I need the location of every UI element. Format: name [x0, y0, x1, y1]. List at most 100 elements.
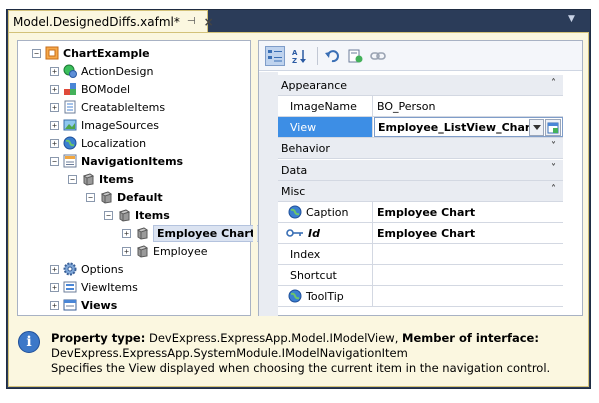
- tree-node-label: ChartExample: [63, 46, 150, 60]
- chevron-up-icon[interactable]: ˄: [551, 78, 556, 89]
- collapse-icon[interactable]: −: [50, 156, 59, 166]
- property-name: ImageName: [278, 96, 373, 116]
- edit-view-icon[interactable]: [545, 119, 561, 136]
- svg-text:Z: Z: [292, 57, 297, 64]
- link-icon[interactable]: [368, 46, 388, 66]
- cube-icon: [117, 208, 131, 222]
- tree-node-label: ActionDesign: [81, 64, 154, 78]
- category-label: Appearance: [281, 78, 348, 92]
- tree-node-localization[interactable]: + Localization: [50, 134, 146, 152]
- category-behavior[interactable]: Behavior ˅: [278, 138, 563, 159]
- app-icon: [45, 46, 59, 60]
- collapse-icon[interactable]: −: [68, 174, 77, 184]
- property-value[interactable]: [374, 265, 563, 285]
- description-text: Specifies the View displayed when choosi…: [51, 361, 551, 375]
- property-type-label: Property type:: [51, 331, 146, 345]
- views-icon: [63, 298, 77, 312]
- model-tree[interactable]: − ChartExample + ActionDesign + BOModel …: [17, 40, 260, 316]
- globe-icon: [288, 289, 302, 303]
- tree-node-employee[interactable]: + Employee: [122, 242, 207, 260]
- document-menu-icon[interactable]: ▼: [568, 14, 575, 24]
- property-value[interactable]: [374, 244, 563, 264]
- property-row-shortcut[interactable]: Shortcut: [278, 265, 563, 286]
- grid-left-stripe: [259, 72, 278, 316]
- document-tab-title: Model.DesignedDiffs.xafml*: [13, 14, 180, 29]
- toolbar-separator: [317, 47, 318, 65]
- property-value[interactable]: [374, 286, 563, 306]
- member-of-interface-value: DevExpress.ExpressApp.SystemModule.IMode…: [51, 346, 408, 360]
- category-appearance[interactable]: Appearance ˄: [278, 75, 563, 96]
- tree-node-bomodel[interactable]: + BOModel: [50, 80, 130, 98]
- expand-icon[interactable]: +: [50, 84, 59, 94]
- tree-node-default[interactable]: − Default: [86, 188, 163, 206]
- chevron-up-icon[interactable]: ˄: [551, 184, 556, 195]
- expand-icon[interactable]: +: [50, 66, 59, 76]
- expand-icon[interactable]: +: [50, 120, 59, 130]
- view-value: Employee_ListView_Chart: [378, 120, 536, 134]
- key-icon: [286, 226, 304, 240]
- tree-node-chartexample[interactable]: − ChartExample: [32, 44, 150, 62]
- collapse-icon[interactable]: −: [104, 210, 113, 220]
- expand-icon[interactable]: +: [122, 228, 131, 238]
- pin-icon[interactable]: ⊣: [187, 16, 196, 27]
- category-label: Data: [281, 163, 308, 177]
- tree-node-label: Views: [81, 298, 118, 312]
- category-data[interactable]: Data ˅: [278, 160, 563, 181]
- property-value[interactable]: Employee Chart: [374, 202, 563, 222]
- expand-icon[interactable]: +: [122, 246, 131, 256]
- tree-node-navigationitems[interactable]: − NavigationItems: [50, 152, 183, 170]
- close-icon[interactable]: ×: [204, 15, 214, 29]
- description-type-line: Property type: DevExpress.ExpressApp.Mod…: [51, 331, 539, 345]
- category-label: Misc: [281, 184, 306, 198]
- globe-icon: [63, 136, 77, 150]
- view-items-icon: [63, 280, 77, 294]
- reset-icon[interactable]: [345, 46, 365, 66]
- alphabetical-sort-icon[interactable]: AZ: [290, 46, 310, 66]
- property-value[interactable]: Employee Chart: [374, 223, 563, 243]
- tree-node-items[interactable]: − Items: [68, 170, 134, 188]
- pane-splitter[interactable]: [253, 40, 257, 316]
- chevron-down-icon[interactable]: ˅: [551, 141, 556, 152]
- property-name: ToolTip: [306, 289, 344, 303]
- expand-icon[interactable]: +: [50, 300, 59, 310]
- action-design-icon: [63, 64, 77, 78]
- tree-node-options[interactable]: + Options: [50, 260, 123, 278]
- navigation-items-icon: [63, 154, 77, 168]
- document-tab[interactable]: Model.DesignedDiffs.xafml* ⊣ ×: [8, 10, 214, 32]
- tree-node-label: Default: [117, 190, 163, 204]
- property-row-view[interactable]: View Employee_ListView_Chart: [278, 117, 563, 138]
- property-row-index[interactable]: Index: [278, 244, 563, 265]
- property-name: Shortcut: [278, 265, 373, 285]
- expand-icon[interactable]: +: [50, 282, 59, 292]
- category-misc[interactable]: Misc ˄: [278, 181, 563, 202]
- tree-node-label: Employee: [153, 244, 208, 258]
- categorized-sort-icon[interactable]: [265, 46, 285, 66]
- tree-node-creatableitems[interactable]: + CreatableItems: [50, 98, 165, 116]
- category-label: Behavior: [281, 141, 330, 155]
- expand-icon[interactable]: +: [50, 138, 59, 148]
- expand-icon[interactable]: +: [50, 264, 59, 274]
- collapse-icon[interactable]: −: [86, 192, 95, 202]
- tree-node-views[interactable]: + Views: [50, 296, 117, 314]
- property-grid[interactable]: AZ Appearance ˄ ImageName BO_Person View…: [258, 40, 583, 316]
- property-row-tooltip[interactable]: ToolTip: [278, 286, 563, 307]
- tree-node-actiondesign[interactable]: + ActionDesign: [50, 62, 153, 80]
- undo-icon[interactable]: [322, 46, 342, 66]
- view-lookup-editor[interactable]: Employee_ListView_Chart: [374, 117, 563, 137]
- property-row-imagename[interactable]: ImageName BO_Person: [278, 96, 563, 117]
- tree-node-viewitems[interactable]: + ViewItems: [50, 278, 138, 296]
- property-row-caption[interactable]: Caption Employee Chart: [278, 202, 563, 223]
- chevron-down-icon[interactable]: [529, 119, 544, 136]
- tree-node-label: Items: [99, 172, 134, 186]
- property-name: Index: [278, 244, 373, 264]
- tree-node-items-inner[interactable]: − Items: [104, 206, 170, 224]
- property-value[interactable]: BO_Person: [374, 96, 563, 116]
- tree-node-employee-chart[interactable]: + Employee Chart: [122, 224, 260, 242]
- chevron-down-icon[interactable]: ˅: [551, 163, 556, 174]
- property-row-id[interactable]: Id Employee Chart: [278, 223, 563, 244]
- collapse-icon[interactable]: −: [32, 48, 41, 58]
- property-name-cell: ToolTip: [278, 286, 373, 306]
- expand-icon[interactable]: +: [50, 102, 59, 112]
- image-sources-icon: [63, 118, 77, 132]
- tree-node-imagesources[interactable]: + ImageSources: [50, 116, 159, 134]
